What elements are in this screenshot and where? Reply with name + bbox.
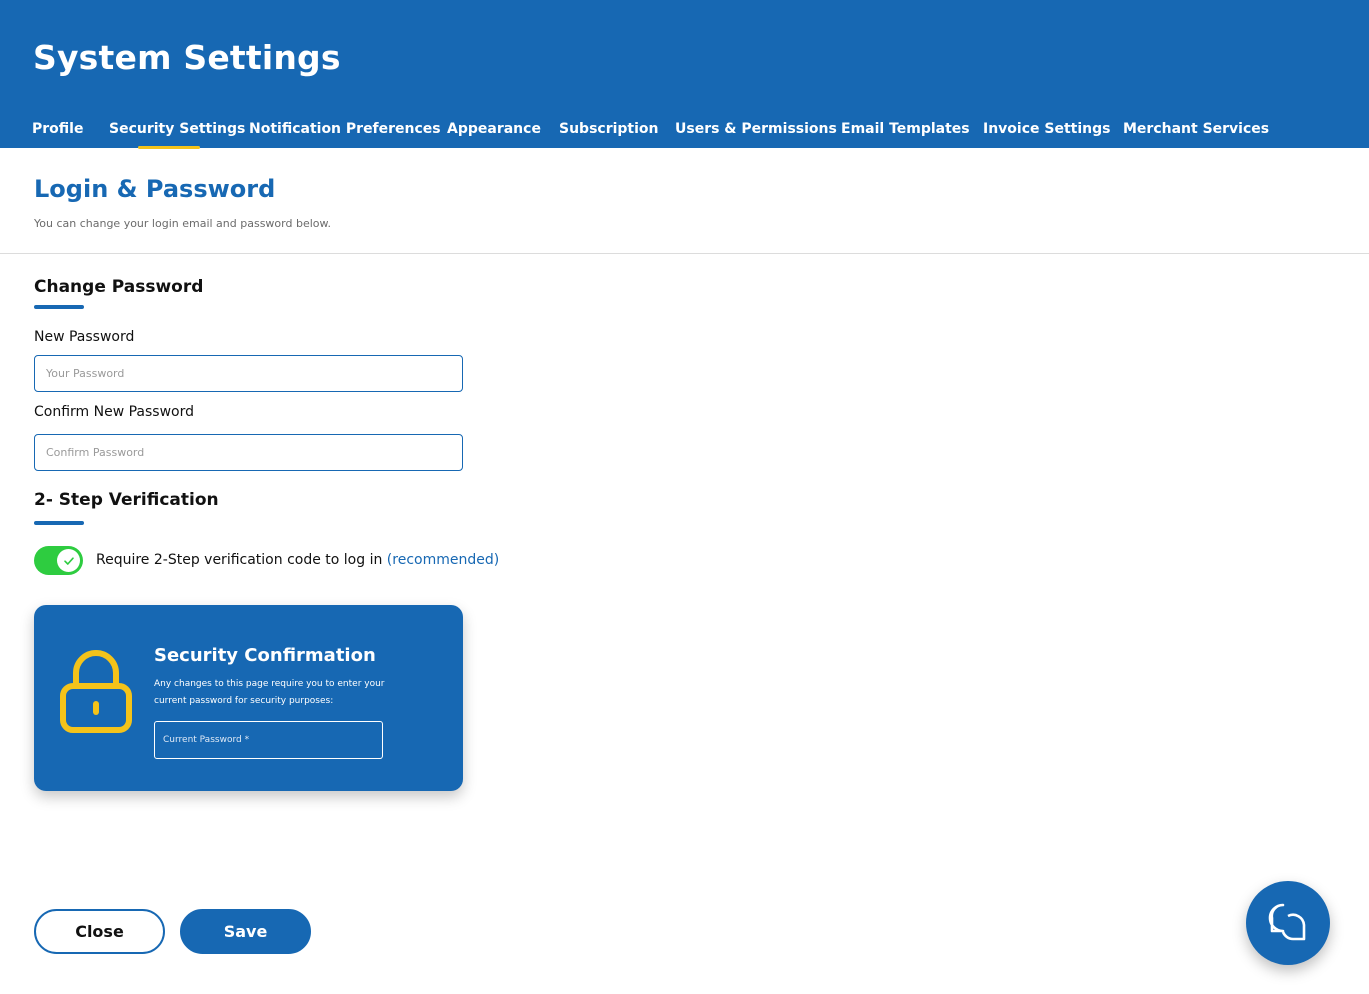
save-button[interactable]: Save bbox=[180, 909, 311, 954]
two-step-label-text: Require 2-Step verification code to log … bbox=[96, 552, 387, 568]
tab-invoice-settings[interactable]: Invoice Settings bbox=[983, 121, 1110, 137]
section-subtitle: You can change your login email and pass… bbox=[34, 217, 331, 230]
section-title: Login & Password bbox=[34, 175, 276, 203]
app-header: System Settings Profile Security Setting… bbox=[0, 0, 1369, 149]
tab-profile[interactable]: Profile bbox=[32, 121, 83, 137]
section-divider bbox=[0, 253, 1369, 254]
lock-icon bbox=[60, 650, 132, 733]
page-title: System Settings bbox=[33, 38, 341, 77]
security-confirmation-title: Security Confirmation bbox=[154, 645, 376, 666]
active-tab-indicator bbox=[138, 146, 200, 149]
chat-icon bbox=[1268, 903, 1306, 941]
confirm-password-label: Confirm New Password bbox=[34, 404, 195, 420]
tab-notification-preferences[interactable]: Notification Preferences bbox=[249, 121, 441, 137]
tab-appearance[interactable]: Appearance bbox=[447, 121, 541, 137]
tab-security-settings[interactable]: Security Settings bbox=[109, 121, 245, 137]
tab-users-permissions[interactable]: Users & Permissions bbox=[675, 121, 837, 137]
new-password-field[interactable] bbox=[34, 355, 463, 392]
tab-subscription[interactable]: Subscription bbox=[559, 121, 659, 137]
change-password-underline bbox=[34, 305, 84, 309]
toggle-knob bbox=[57, 549, 80, 572]
security-confirmation-text: Any changes to this page require you to … bbox=[154, 679, 385, 706]
two-step-toggle[interactable] bbox=[34, 546, 83, 575]
confirm-password-field[interactable] bbox=[34, 434, 463, 471]
tab-email-templates[interactable]: Email Templates bbox=[841, 121, 970, 137]
checkmark-icon bbox=[63, 556, 74, 565]
two-step-label: Require 2-Step verification code to log … bbox=[96, 552, 499, 568]
new-password-label: New Password bbox=[34, 329, 135, 345]
close-button[interactable]: Close bbox=[34, 909, 165, 954]
two-step-heading: 2- Step Verification bbox=[34, 490, 219, 510]
change-password-heading: Change Password bbox=[34, 277, 204, 297]
settings-tabs: Profile Security Settings Notification P… bbox=[0, 118, 1369, 149]
current-password-field[interactable] bbox=[154, 721, 383, 759]
security-confirmation-card: Security Confirmation Any changes to thi… bbox=[34, 605, 463, 791]
tab-merchant-services[interactable]: Merchant Services bbox=[1123, 121, 1269, 137]
two-step-underline bbox=[34, 521, 84, 525]
chat-button[interactable] bbox=[1246, 881, 1330, 965]
recommended-text: (recommended) bbox=[386, 552, 500, 568]
